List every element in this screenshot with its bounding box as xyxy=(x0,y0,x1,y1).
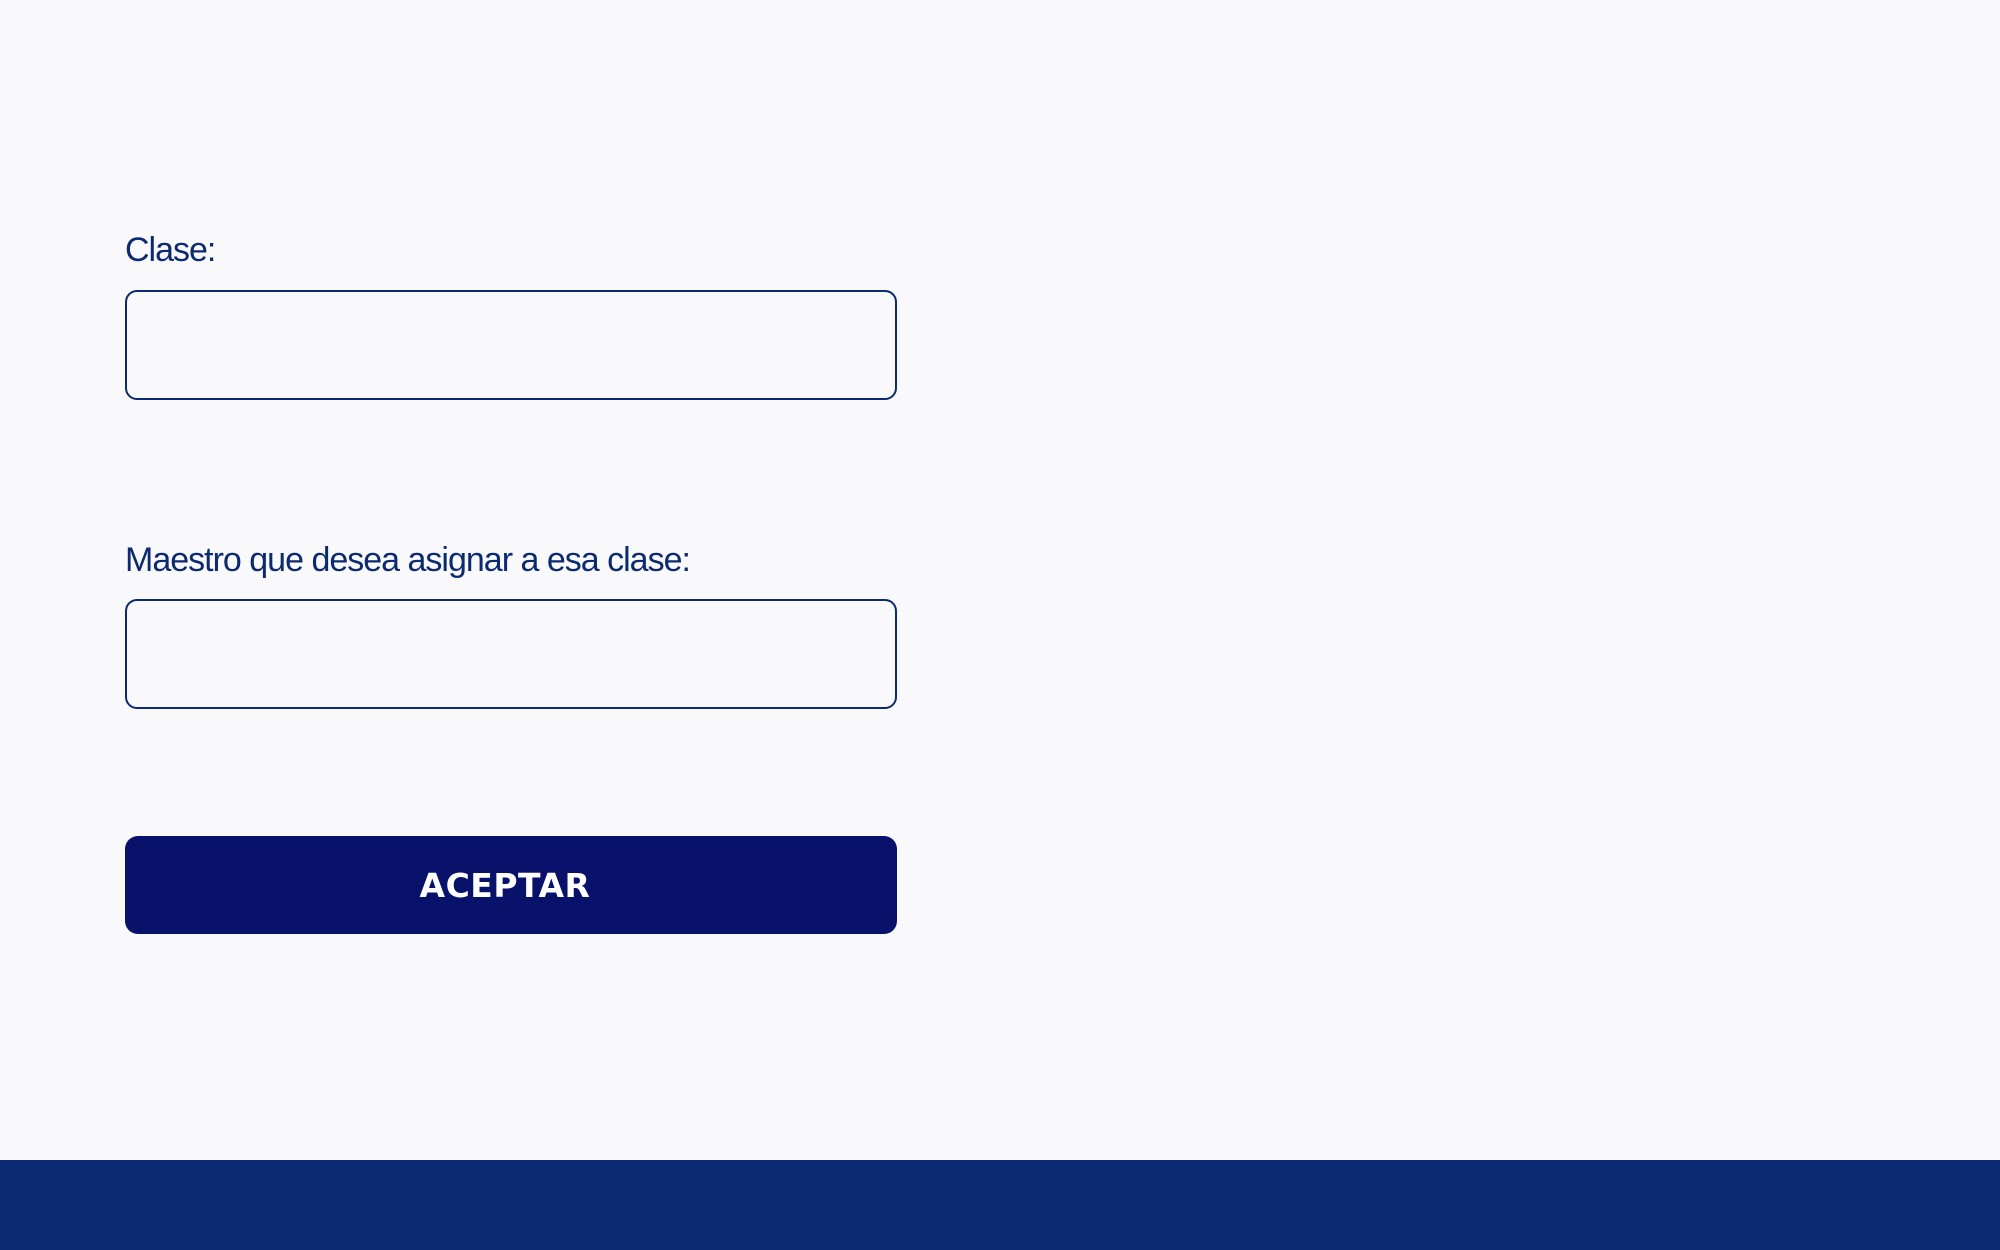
accept-button[interactable]: ACEPTAR xyxy=(125,836,897,934)
maestro-input[interactable] xyxy=(125,599,897,709)
clase-input[interactable] xyxy=(125,290,897,400)
accept-button-label: ACEPTAR xyxy=(419,865,591,905)
footer-bar xyxy=(0,1160,2000,1250)
maestro-label: Maestro que desea asignar a esa clase: xyxy=(125,541,691,579)
clase-label: Clase: xyxy=(125,231,216,269)
